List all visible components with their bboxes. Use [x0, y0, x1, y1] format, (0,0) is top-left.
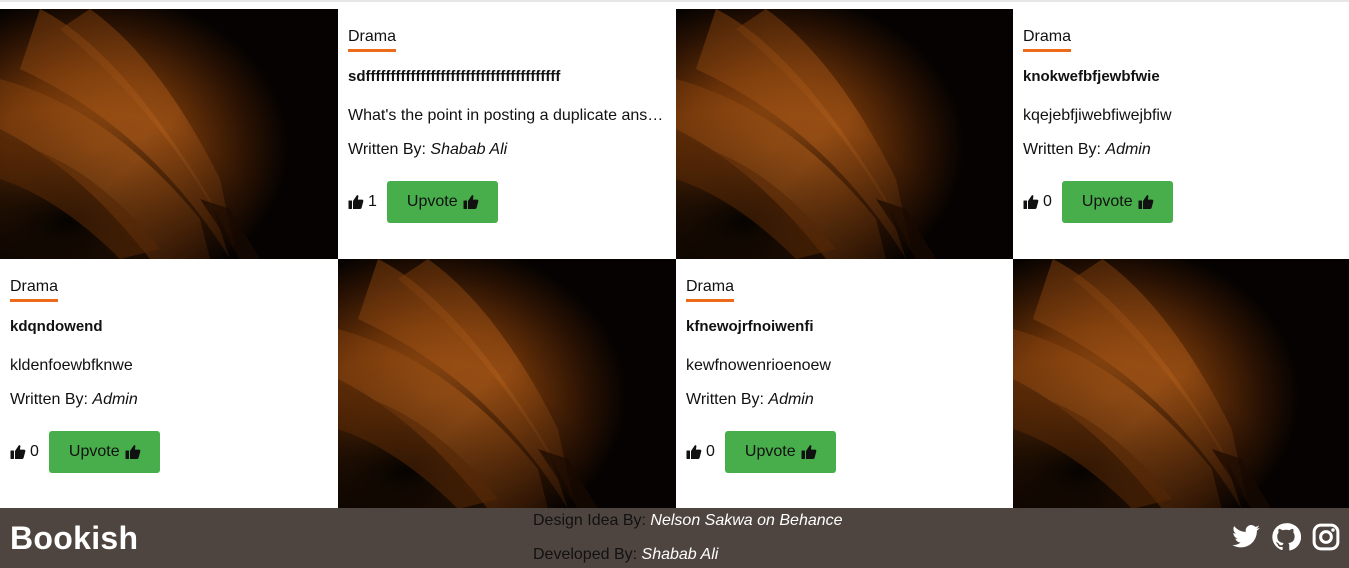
post-card: Drama kfnewojrfnoiwenfi kewfnowenrioenoe…: [676, 259, 1014, 509]
design-credit-link[interactable]: Nelson Sakwa on Behance: [650, 512, 842, 529]
twitter-icon[interactable]: [1231, 522, 1261, 552]
top-divider: [0, 0, 1349, 2]
upvote-button[interactable]: Upvote: [1061, 181, 1173, 223]
post-card: Drama sdffffffffffffffffffffffffffffffff…: [338, 9, 676, 259]
thumbs-up-icon: [125, 444, 141, 460]
written-by-label: Written By:: [1023, 141, 1101, 158]
post-card: Drama kdqndowend kldenfoewbfknwe Written…: [0, 259, 338, 509]
upvote-button[interactable]: Upvote: [386, 181, 498, 223]
post-card: Drama knokwefbfjewbfwie kqejebfjiwebfiwe…: [1013, 9, 1349, 259]
author-name: Admin: [768, 391, 814, 408]
book-image: [0, 9, 338, 259]
author-name: Shabab Ali: [430, 141, 508, 158]
upvote-button[interactable]: Upvote: [48, 431, 160, 473]
genre-tag[interactable]: Drama: [1023, 28, 1072, 52]
developer-credit: Developed By: Shabab Ali: [533, 546, 843, 568]
vote-count: 1: [368, 193, 377, 210]
post-author: Written By: Admin: [686, 391, 814, 409]
genre-tag[interactable]: Drama: [348, 28, 397, 52]
developer-link[interactable]: Shabab Ali: [642, 546, 719, 563]
vote-row: 0 Upvote: [1023, 181, 1173, 223]
upvote-label: Upvote: [406, 193, 458, 210]
book-image: [1013, 259, 1349, 509]
written-by-label: Written By:: [10, 391, 88, 408]
social-links: [1231, 522, 1341, 552]
genre-tag[interactable]: Drama: [686, 278, 735, 302]
book-image: [676, 9, 1014, 259]
upvote-label: Upvote: [68, 443, 120, 460]
vote-row: 0 Upvote: [10, 431, 160, 473]
github-icon[interactable]: [1271, 522, 1301, 552]
vote-count: 0: [706, 443, 715, 460]
thumbs-up-icon: [348, 194, 364, 210]
post-author: Written By: Shabab Ali: [348, 141, 507, 159]
post-author: Written By: Admin: [10, 391, 138, 409]
thumbs-up-icon: [463, 194, 479, 210]
thumbs-up-icon: [10, 444, 26, 460]
post-excerpt: kqejebfjiwebfiwejbfiw: [1023, 107, 1172, 124]
footer-credits: Design Idea By: Nelson Sakwa on Behance …: [533, 512, 843, 568]
book-image: [338, 259, 676, 509]
instagram-icon[interactable]: [1311, 522, 1341, 552]
post-author: Written By: Admin: [1023, 141, 1151, 159]
thumbs-up-icon: [1023, 194, 1039, 210]
written-by-label: Written By:: [686, 391, 764, 408]
genre-tag[interactable]: Drama: [10, 278, 59, 302]
vote-row: 1 Upvote: [348, 181, 498, 223]
developed-label: Developed By:: [533, 546, 638, 563]
post-title[interactable]: sdffffffffffffffffffffffffffffffffffffff…: [348, 68, 560, 85]
upvote-label: Upvote: [744, 443, 796, 460]
brand-logo[interactable]: Bookish: [10, 520, 138, 557]
author-name: Admin: [1105, 141, 1151, 158]
post-excerpt: kewfnowenrioenoew: [686, 357, 831, 374]
post-title[interactable]: kfnewojrfnoiwenfi: [686, 318, 814, 335]
thumbs-up-icon: [801, 444, 817, 460]
post-excerpt: What's the point in posting a duplicate …: [348, 107, 674, 124]
post-title[interactable]: kdqndowend: [10, 318, 103, 335]
site-footer: Bookish Design Idea By: Nelson Sakwa on …: [0, 508, 1349, 568]
post-title[interactable]: knokwefbfjewbfwie: [1023, 68, 1160, 85]
design-label: Design Idea By:: [533, 512, 646, 529]
vote-row: 0 Upvote: [686, 431, 836, 473]
written-by-label: Written By:: [348, 141, 426, 158]
design-credit: Design Idea By: Nelson Sakwa on Behance: [533, 512, 843, 546]
vote-count: 0: [30, 443, 39, 460]
upvote-label: Upvote: [1081, 193, 1133, 210]
thumbs-up-icon: [686, 444, 702, 460]
author-name: Admin: [92, 391, 138, 408]
post-grid: Drama sdffffffffffffffffffffffffffffffff…: [0, 9, 1349, 509]
vote-count: 0: [1043, 193, 1052, 210]
upvote-button[interactable]: Upvote: [724, 431, 836, 473]
post-excerpt: kldenfoewbfknwe: [10, 357, 133, 374]
thumbs-up-icon: [1138, 194, 1154, 210]
